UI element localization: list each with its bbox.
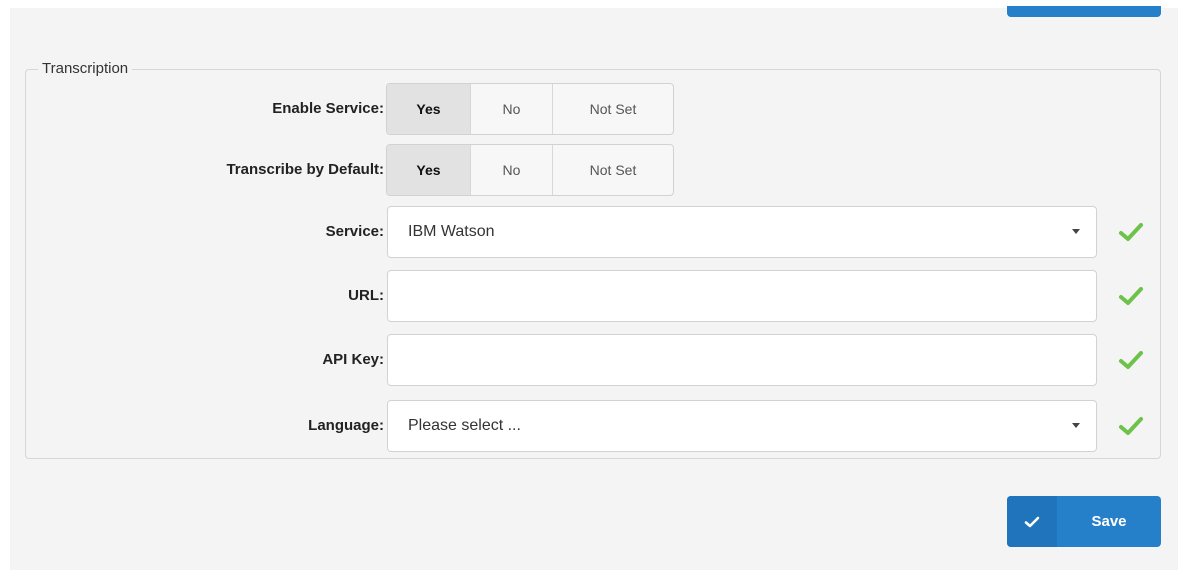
enable-service-row: Enable Service: Yes No Not Set — [10, 83, 1178, 135]
caret-down-icon — [1072, 423, 1080, 428]
api-key-label: API Key: — [322, 351, 384, 368]
check-icon — [1119, 287, 1143, 305]
save-button-label: Save — [1091, 513, 1127, 530]
settings-page: Transcription Enable Service: Yes No Not… — [10, 6, 1178, 570]
url-input[interactable] — [387, 270, 1097, 322]
check-icon — [1119, 223, 1143, 241]
language-row: Language: Please select ... — [10, 400, 1178, 452]
url-label: URL: — [348, 287, 384, 304]
enable-service-yes-button[interactable]: Yes — [387, 84, 471, 134]
transcribe-default-toggle: Yes No Not Set — [386, 144, 674, 196]
transcribe-default-no-button[interactable]: No — [471, 145, 553, 195]
service-select-value: IBM Watson — [408, 223, 495, 240]
top-action-button[interactable] — [1007, 6, 1161, 17]
fieldset-legend: Transcription — [38, 60, 133, 78]
language-label: Language: — [308, 417, 384, 434]
transcribe-default-row: Transcribe by Default: Yes No Not Set — [10, 144, 1178, 196]
url-row: URL: — [10, 270, 1178, 322]
check-icon — [1119, 417, 1143, 435]
enable-service-label: Enable Service: — [272, 100, 384, 117]
service-row: Service: IBM Watson — [10, 206, 1178, 258]
api-key-row: API Key: — [10, 334, 1178, 386]
enable-service-toggle: Yes No Not Set — [386, 83, 674, 135]
check-icon — [1024, 516, 1040, 527]
caret-down-icon — [1072, 229, 1080, 234]
api-key-input[interactable] — [387, 334, 1097, 386]
transcribe-default-label: Transcribe by Default: — [226, 161, 384, 178]
save-button[interactable]: Save — [1007, 496, 1161, 547]
save-icon-box — [1007, 496, 1057, 547]
language-select-value: Please select ... — [408, 417, 521, 434]
transcribe-default-not-set-button[interactable]: Not Set — [553, 145, 673, 195]
service-label: Service: — [325, 223, 384, 240]
transcribe-default-yes-button[interactable]: Yes — [387, 145, 471, 195]
enable-service-not-set-button[interactable]: Not Set — [553, 84, 673, 134]
service-select[interactable]: IBM Watson — [387, 206, 1097, 258]
language-select[interactable]: Please select ... — [387, 400, 1097, 452]
check-icon — [1119, 351, 1143, 369]
enable-service-no-button[interactable]: No — [471, 84, 553, 134]
